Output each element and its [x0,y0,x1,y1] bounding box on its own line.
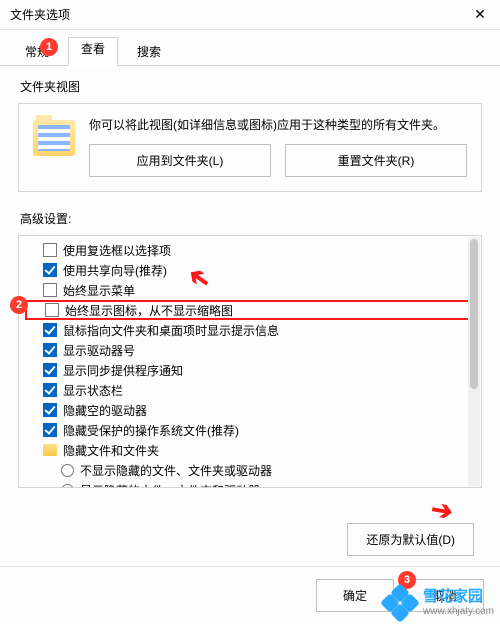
advanced-group[interactable]: 隐藏文件和文件夹 [25,440,475,460]
advanced-item[interactable]: 使用复选框以选择项 [25,240,475,260]
advanced-item-label: 鼠标指向文件夹和桌面项时显示提示信息 [63,322,279,339]
scrollbar[interactable] [468,237,480,486]
apply-to-folders-button[interactable]: 应用到文件夹(L) [89,144,271,177]
tab-view[interactable]: 查看 [68,37,118,66]
advanced-item[interactable]: 显示同步提供程序通知 [25,360,475,380]
annotation-badge-2: 2 [10,296,28,314]
advanced-item-label: 使用复选框以选择项 [63,242,171,259]
tab-bar: 常规 查看 搜索 [0,30,500,66]
watermark: 雪花家园 www.xhjaty.com [383,586,494,620]
advanced-item-label: 始终显示图标，从不显示缩略图 [65,302,233,319]
checkbox[interactable] [45,303,59,317]
advanced-item-label: 使用共享向导(推荐) [63,262,167,279]
watermark-name: 雪花家园 [423,589,494,606]
radio[interactable] [61,484,74,489]
tab-search[interactable]: 搜索 [122,37,176,66]
advanced-radio-item[interactable]: 显示隐藏的文件、文件夹和驱动器 [25,480,475,488]
checkbox[interactable] [43,403,57,417]
advanced-item-label: 始终显示菜单 [63,282,135,299]
restore-defaults-button[interactable]: 还原为默认值(D) [347,523,474,556]
advanced-item-label: 隐藏文件和文件夹 [63,442,159,459]
watermark-icon [383,586,417,620]
advanced-item-label: 显示驱动器号 [63,342,135,359]
advanced-settings-box: 使用复选框以选择项使用共享向导(推荐) 始终显示菜单始终显示图标，从不显示缩略图鼠… [18,235,482,488]
advanced-item-label: 隐藏受保护的操作系统文件(推荐) [63,422,239,439]
advanced-item[interactable]: 隐藏空的驱动器 [25,400,475,420]
advanced-item-label: 显示隐藏的文件、文件夹和驱动器 [80,482,260,489]
radio[interactable] [61,464,74,477]
advanced-item[interactable]: 隐藏受保护的操作系统文件(推荐) [25,420,475,440]
reset-folders-button[interactable]: 重置文件夹(R) [285,144,467,177]
checkbox[interactable] [43,363,57,377]
checkbox[interactable] [43,243,57,257]
folder-icon [33,120,75,156]
folder-view-desc: 你可以将此视图(如详细信息或图标)应用于这种类型的所有文件夹。 [89,116,467,134]
scrollbar-thumb[interactable] [470,239,478,389]
checkbox[interactable] [43,283,57,297]
folder-icon [43,444,57,456]
advanced-label: 高级设置: [20,210,482,227]
checkbox[interactable] [43,383,57,397]
advanced-item-label: 不显示隐藏的文件、文件夹或驱动器 [80,462,272,479]
checkbox[interactable] [43,323,57,337]
advanced-radio-item[interactable]: 不显示隐藏的文件、文件夹或驱动器 [25,460,475,480]
advanced-item-label: 隐藏空的驱动器 [63,402,147,419]
advanced-item-label: 显示状态栏 [63,382,123,399]
checkbox[interactable] [43,343,57,357]
checkbox[interactable] [43,263,57,277]
advanced-item[interactable]: 显示状态栏 [25,380,475,400]
advanced-item[interactable]: 始终显示菜单 [25,280,475,300]
window-title: 文件夹选项 [10,6,70,23]
checkbox[interactable] [43,423,57,437]
folder-view-box: 你可以将此视图(如详细信息或图标)应用于这种类型的所有文件夹。 应用到文件夹(L… [18,103,482,192]
watermark-url: www.xhjaty.com [423,606,494,617]
close-button[interactable]: ✕ [466,6,494,23]
advanced-item[interactable]: 鼠标指向文件夹和桌面项时显示提示信息 [25,320,475,340]
advanced-item[interactable]: 使用共享向导(推荐) [25,260,475,280]
advanced-item-label: 显示同步提供程序通知 [63,362,183,379]
advanced-item[interactable]: 始终显示图标，从不显示缩略图 [25,300,475,320]
advanced-item[interactable]: 显示驱动器号 [25,340,475,360]
annotation-badge-1: 1 [40,38,58,56]
folder-view-label: 文件夹视图 [20,78,482,95]
